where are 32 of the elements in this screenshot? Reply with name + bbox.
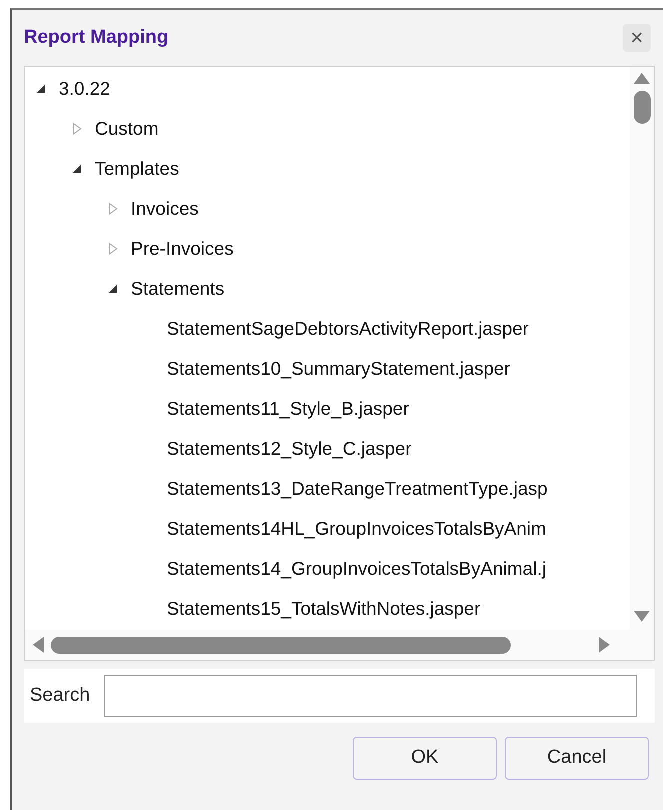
ok-button[interactable]: OK	[353, 737, 497, 780]
tree-item[interactable]: Invoices	[131, 195, 199, 223]
tree-item[interactable]: StatementSageDebtorsActivityReport.jasper	[167, 315, 529, 343]
cancel-button[interactable]: Cancel	[505, 737, 649, 780]
scroll-down-icon[interactable]	[633, 610, 651, 624]
close-button[interactable]: ×	[623, 24, 651, 52]
tree-item[interactable]: Templates	[95, 155, 180, 183]
expand-icon[interactable]	[71, 123, 83, 135]
collapse-icon[interactable]	[71, 163, 83, 175]
expand-icon[interactable]	[107, 243, 119, 255]
search-field[interactable]	[104, 675, 637, 717]
tree-item[interactable]: Statements13_DateRangeTreatmentType.jasp	[167, 475, 548, 503]
tree-item[interactable]: Statements10_SummaryStatement.jasper	[167, 355, 510, 383]
window-title: Report Mapping	[24, 26, 169, 50]
collapse-icon[interactable]	[107, 283, 119, 295]
tree-item[interactable]: Statements14_GroupInvoicesTotalsByAnimal.j	[167, 555, 546, 583]
collapse-icon[interactable]	[35, 83, 47, 95]
scroll-left-icon[interactable]	[31, 636, 45, 654]
tree-item[interactable]: 3.0.22	[59, 75, 110, 103]
scroll-up-icon[interactable]	[633, 71, 651, 85]
vertical-scrollbar-thumb[interactable]	[634, 91, 650, 124]
tree-item[interactable]: Pre-Invoices	[131, 235, 234, 263]
horizontal-scrollbar-thumb[interactable]	[51, 636, 511, 654]
tree-item[interactable]: Statements15_TotalsWithNotes.jasper	[167, 595, 481, 623]
tree-item[interactable]: Statements	[131, 275, 225, 303]
tree-item[interactable]: Statements11_Style_B.jasper	[167, 395, 410, 423]
tree-item[interactable]: Custom	[95, 115, 159, 143]
scroll-right-icon[interactable]	[598, 636, 612, 654]
search-label: Search	[30, 684, 90, 708]
expand-icon[interactable]	[107, 203, 119, 215]
tree-item[interactable]: Statements12_Style_C.jasper	[167, 435, 412, 463]
tree-item[interactable]: Statements14HL_GroupInvoicesTotalsByAnim	[167, 515, 546, 543]
